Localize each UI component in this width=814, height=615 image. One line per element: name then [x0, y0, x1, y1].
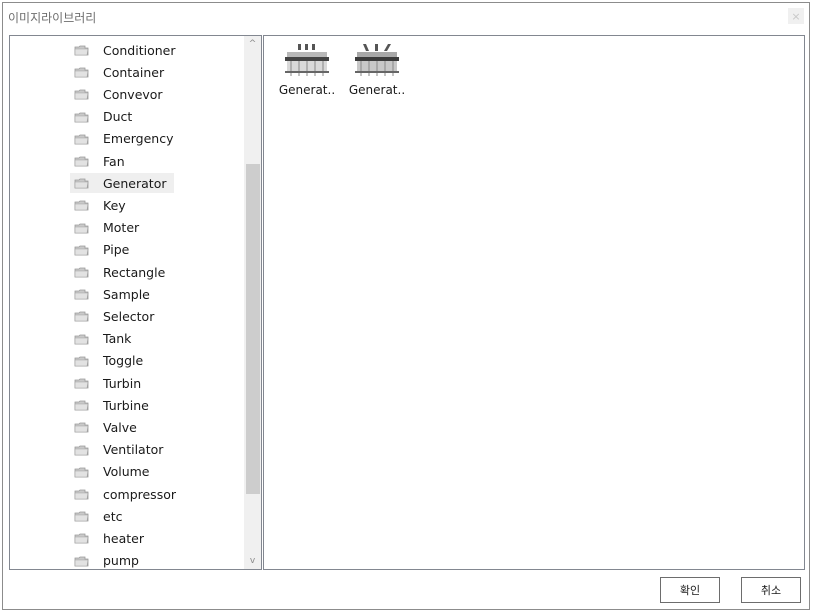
folder-icon	[74, 134, 89, 145]
close-icon: ×	[791, 9, 801, 23]
folder-icon	[74, 245, 89, 256]
folder-icon	[74, 200, 89, 211]
tree-item-label: Toggle	[103, 353, 144, 369]
thumbnail-item[interactable]: Generat..	[276, 42, 338, 102]
tree-item[interactable]: Convevor	[70, 84, 171, 104]
tree-item[interactable]: Volume	[70, 462, 158, 482]
tree-item-label: Selector	[103, 308, 155, 324]
tree-item-label: Pipe	[103, 242, 130, 258]
tree-item-label: Turbin	[103, 375, 142, 391]
tree-item[interactable]: Rectangle	[70, 262, 173, 282]
tree-item-label: Conditioner	[103, 42, 176, 58]
folder-icon	[74, 356, 89, 367]
folder-icon	[74, 334, 89, 344]
tree-item-label: etc	[103, 508, 123, 524]
generator-2-icon	[355, 44, 399, 76]
tree-item[interactable]: Key	[70, 195, 134, 215]
tree-item[interactable]: Moter	[70, 218, 147, 238]
folder-icon	[74, 489, 89, 500]
tree-item-label: Rectangle	[103, 264, 166, 280]
tree-item-label: heater	[103, 530, 145, 546]
folder-icon	[74, 267, 89, 278]
thumbnail-label: Generat..	[278, 83, 336, 97]
tree-item-label: pump	[103, 553, 139, 569]
tree-item[interactable]: pump	[70, 551, 147, 569]
scroll-up-button[interactable]: ^	[244, 36, 261, 52]
folder-icon	[74, 178, 89, 189]
tree-item-label: Turbine	[103, 397, 149, 413]
tree-item-label: compressor	[103, 486, 176, 502]
folder-icon	[74, 378, 89, 389]
tree-item[interactable]: Emergency	[70, 129, 182, 149]
tree-item[interactable]: Duct	[70, 107, 140, 127]
tree-item[interactable]: Conditioner	[70, 40, 183, 60]
generator-1-icon	[285, 44, 329, 76]
folder-icon	[74, 89, 89, 100]
ok-button[interactable]: 확인	[660, 577, 720, 603]
folder-icon	[74, 289, 89, 300]
tree-item[interactable]: Container	[70, 62, 172, 82]
folder-icon	[74, 511, 89, 522]
folder-icon	[74, 445, 89, 455]
folder-icon	[74, 67, 89, 78]
folder-icon	[74, 112, 89, 122]
tree-item-label: Fan	[103, 153, 125, 169]
tree-scrollbar[interactable]: ^ v	[244, 36, 261, 569]
window-title: 이미지라이브러리	[8, 11, 97, 25]
chevron-down-icon: v	[249, 556, 256, 566]
tree-item-label: Generator	[103, 175, 167, 191]
tree-item[interactable]: Turbin	[70, 373, 149, 393]
image-preview-panel: Generat.. Generat..	[263, 35, 805, 570]
category-tree[interactable]: Conditioner Container Convevor Duct Emergenc…	[9, 35, 262, 570]
tree-item-label: Convevor	[103, 86, 163, 102]
tree-item-label: Container	[103, 64, 165, 80]
tree-item-label: Sample	[103, 286, 150, 302]
tree-item[interactable]: Toggle	[70, 351, 151, 371]
tree-item[interactable]: Generator	[70, 173, 175, 194]
cancel-button[interactable]: 취소	[741, 577, 801, 603]
tree-item[interactable]: Selector	[70, 306, 162, 326]
tree-item[interactable]: Pipe	[70, 240, 137, 260]
tree-item-label: Moter	[103, 220, 140, 236]
close-button[interactable]: ×	[788, 8, 804, 24]
tree-item[interactable]: compressor	[70, 484, 184, 504]
tree-item-label: Duct	[103, 109, 133, 125]
folder-icon	[74, 45, 89, 56]
scroll-down-button[interactable]: v	[244, 553, 261, 569]
folder-icon	[74, 556, 89, 566]
tree-item-label: Valve	[103, 419, 137, 435]
tree-item-label: Emergency	[103, 131, 174, 147]
folder-icon	[74, 156, 89, 167]
tree-item[interactable]: Tank	[70, 329, 139, 349]
tree-item[interactable]: Fan	[70, 151, 133, 171]
tree-item[interactable]: heater	[70, 528, 152, 548]
tree-item[interactable]: Valve	[70, 417, 145, 437]
folder-icon	[74, 400, 89, 411]
tree-item[interactable]: Turbine	[70, 395, 157, 415]
thumbnail-label: Generat..	[348, 83, 406, 97]
chevron-up-icon: ^	[248, 39, 257, 49]
thumbnail-item[interactable]: Generat..	[346, 42, 408, 102]
image-library-dialog: 이미지라이브러리 × Conditioner Container Convevor D…	[2, 2, 810, 610]
folder-icon	[74, 533, 89, 544]
tree-item-label: Volume	[103, 464, 150, 480]
tree-item[interactable]: etc	[70, 506, 130, 526]
scroll-thumb[interactable]	[246, 164, 260, 494]
tree-item-label: Ventilator	[103, 442, 164, 458]
folder-icon	[74, 223, 89, 233]
tree-item[interactable]: Ventilator	[70, 440, 171, 460]
folder-icon	[74, 422, 89, 433]
tree-item-label: Tank	[103, 331, 132, 347]
folder-icon	[74, 467, 89, 478]
tree-item[interactable]: Sample	[70, 284, 158, 304]
folder-icon	[74, 311, 89, 322]
title-bar: 이미지라이브러리 ×	[3, 3, 809, 31]
tree-item-label: Key	[103, 197, 126, 213]
